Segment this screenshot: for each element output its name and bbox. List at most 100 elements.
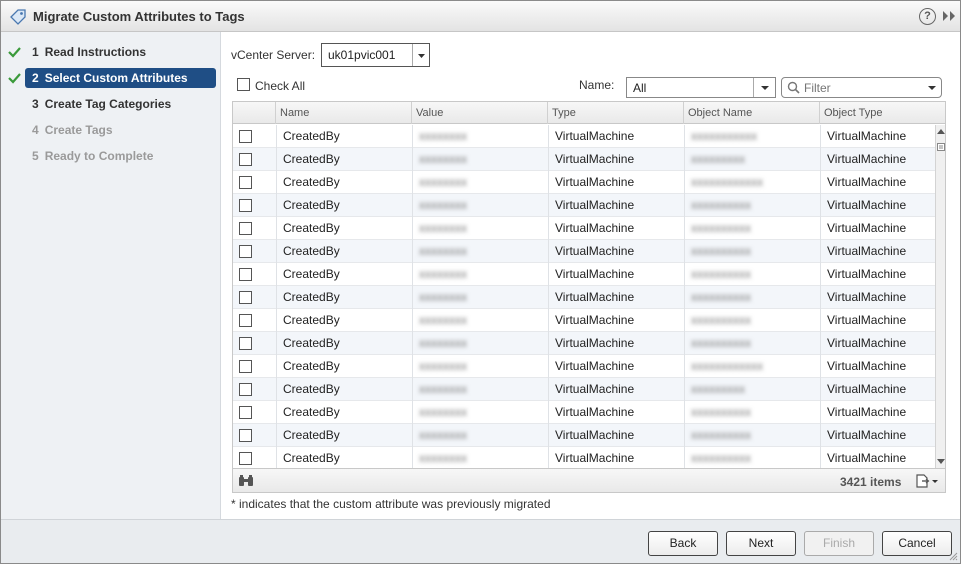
export-icon[interactable] <box>915 474 939 488</box>
cell-type: VirtualMachine <box>555 152 635 166</box>
tag-icon <box>10 9 26 25</box>
row-checkbox[interactable] <box>239 153 252 166</box>
cell-object-name: xxxxxxxxxx <box>691 313 751 327</box>
cell-object-type: VirtualMachine <box>827 129 907 143</box>
cell-type: VirtualMachine <box>555 244 635 258</box>
scroll-up-arrow-icon[interactable] <box>937 129 945 134</box>
wizard-step-3[interactable]: 3 Create Tag Categories <box>25 94 216 114</box>
next-button[interactable]: Next <box>726 531 796 556</box>
vcenter-select[interactable]: uk01pvic001 <box>321 43 430 67</box>
table-row[interactable]: CreatedBy xxxxxxxx VirtualMachine xxxxxxxxx… <box>233 332 935 355</box>
scroll-grip-icon[interactable] <box>937 143 945 151</box>
cell-object-name: xxxxxxxxxx <box>691 267 751 281</box>
table-row[interactable]: CreatedBy xxxxxxxx VirtualMachine xxxxxxxxx… <box>233 240 935 263</box>
row-checkbox[interactable] <box>239 406 252 419</box>
row-checkbox[interactable] <box>239 268 252 281</box>
cell-name: CreatedBy <box>283 152 340 166</box>
table-row[interactable]: CreatedBy xxxxxxxx VirtualMachine xxxxxxxxx… <box>233 424 935 447</box>
filter-input[interactable] <box>804 80 914 95</box>
filter-options-caret-icon[interactable] <box>928 86 936 90</box>
cell-object-name: xxxxxxxxxxx <box>691 129 757 143</box>
column-header-name[interactable]: Name <box>276 102 412 124</box>
row-checkbox[interactable] <box>239 360 252 373</box>
table-row[interactable]: CreatedBy xxxxxxxx VirtualMachine xxxxxxxxx… <box>233 171 935 194</box>
cell-object-name: xxxxxxxxxx <box>691 451 751 465</box>
step-number: 5 <box>32 149 39 163</box>
step-label: Create Tag Categories <box>44 97 172 111</box>
table-row[interactable]: CreatedBy xxxxxxxx VirtualMachine xxxxxxxxx… <box>233 125 935 148</box>
table-row[interactable]: CreatedBy xxxxxxxx VirtualMachine xxxxxxxxx… <box>233 309 935 332</box>
row-checkbox[interactable] <box>239 383 252 396</box>
scroll-down-arrow-icon[interactable] <box>937 459 945 464</box>
table-row[interactable]: CreatedBy xxxxxxxx VirtualMachine xxxxxxxxx… <box>233 194 935 217</box>
finish-button: Finish <box>804 531 874 556</box>
grid-header: Name Value Type Object Name Object Type <box>233 102 945 124</box>
name-filter-select[interactable]: All <box>626 77 776 98</box>
column-divider <box>412 125 413 468</box>
row-checkbox[interactable] <box>239 176 252 189</box>
table-row[interactable]: CreatedBy xxxxxxxx VirtualMachine xxxxxxxxx… <box>233 447 935 468</box>
vertical-scrollbar[interactable] <box>935 125 945 468</box>
cell-name: CreatedBy <box>283 175 340 189</box>
column-header-type[interactable]: Type <box>548 102 684 124</box>
check-icon <box>8 73 21 84</box>
filter-box[interactable] <box>781 77 942 98</box>
table-row[interactable]: CreatedBy xxxxxxxx VirtualMachine xxxxxxxxx… <box>233 148 935 171</box>
cell-type: VirtualMachine <box>555 428 635 442</box>
column-divider <box>684 125 685 468</box>
row-checkbox[interactable] <box>239 291 252 304</box>
table-row[interactable]: CreatedBy xxxxxxxx VirtualMachine xxxxxxxxx… <box>233 263 935 286</box>
cell-type: VirtualMachine <box>555 198 635 212</box>
vcenter-label: vCenter Server: <box>231 48 316 62</box>
vcenter-dropdown-button[interactable] <box>412 44 429 66</box>
vcenter-value: uk01pvic001 <box>328 48 396 62</box>
attributes-grid: Name Value Type Object Name Object Type … <box>232 101 946 493</box>
cell-type: VirtualMachine <box>555 451 635 465</box>
check-all-checkbox[interactable] <box>237 78 250 91</box>
table-row[interactable]: CreatedBy xxxxxxxx VirtualMachine xxxxxxxxx… <box>233 355 935 378</box>
column-header-object-type[interactable]: Object Type <box>820 102 945 124</box>
name-filter-dropdown-button[interactable] <box>753 78 775 97</box>
items-count: 3421 items <box>840 475 902 489</box>
table-row[interactable]: CreatedBy xxxxxxxx VirtualMachine xxxxxxxxx… <box>233 378 935 401</box>
row-checkbox[interactable] <box>239 245 252 258</box>
cell-type: VirtualMachine <box>555 221 635 235</box>
row-checkbox[interactable] <box>239 130 252 143</box>
row-checkbox[interactable] <box>239 337 252 350</box>
cell-value: xxxxxxxx <box>419 129 467 143</box>
chevron-down-icon <box>761 86 769 90</box>
column-header-object-name[interactable]: Object Name <box>684 102 820 124</box>
cell-object-name: xxxxxxxxx <box>691 152 745 166</box>
back-button[interactable]: Back <box>648 531 718 556</box>
row-checkbox[interactable] <box>239 199 252 212</box>
expand-icon[interactable] <box>941 9 957 23</box>
cell-name: CreatedBy <box>283 313 340 327</box>
cell-object-type: VirtualMachine <box>827 428 907 442</box>
cell-type: VirtualMachine <box>555 359 635 373</box>
binoculars-icon[interactable] <box>238 475 254 487</box>
cell-value: xxxxxxxx <box>419 175 467 189</box>
dialog-title: Migrate Custom Attributes to Tags <box>33 9 245 24</box>
table-row[interactable]: CreatedBy xxxxxxxx VirtualMachine xxxxxxxxx… <box>233 286 935 309</box>
table-row[interactable]: CreatedBy xxxxxxxx VirtualMachine xxxxxxxxx… <box>233 401 935 424</box>
cell-type: VirtualMachine <box>555 313 635 327</box>
table-row[interactable]: CreatedBy xxxxxxxx VirtualMachine xxxxxxxxx… <box>233 217 935 240</box>
row-checkbox[interactable] <box>239 452 252 465</box>
cell-type: VirtualMachine <box>555 290 635 304</box>
column-header-value[interactable]: Value <box>412 102 548 124</box>
help-icon[interactable]: ? <box>919 8 936 25</box>
wizard-step-2[interactable]: 2 Select Custom Attributes <box>25 68 216 88</box>
resize-grip-icon[interactable] <box>948 551 958 561</box>
row-checkbox[interactable] <box>239 222 252 235</box>
cell-object-type: VirtualMachine <box>827 405 907 419</box>
row-checkbox[interactable] <box>239 314 252 327</box>
cell-type: VirtualMachine <box>555 405 635 419</box>
column-divider <box>276 125 277 468</box>
cell-name: CreatedBy <box>283 359 340 373</box>
row-checkbox[interactable] <box>239 429 252 442</box>
step-label: Ready to Complete <box>44 149 154 163</box>
wizard-step-1[interactable]: 1 Read Instructions <box>25 42 216 62</box>
cancel-button[interactable]: Cancel <box>882 531 952 556</box>
cell-value: xxxxxxxx <box>419 267 467 281</box>
chevron-down-icon <box>418 54 425 58</box>
